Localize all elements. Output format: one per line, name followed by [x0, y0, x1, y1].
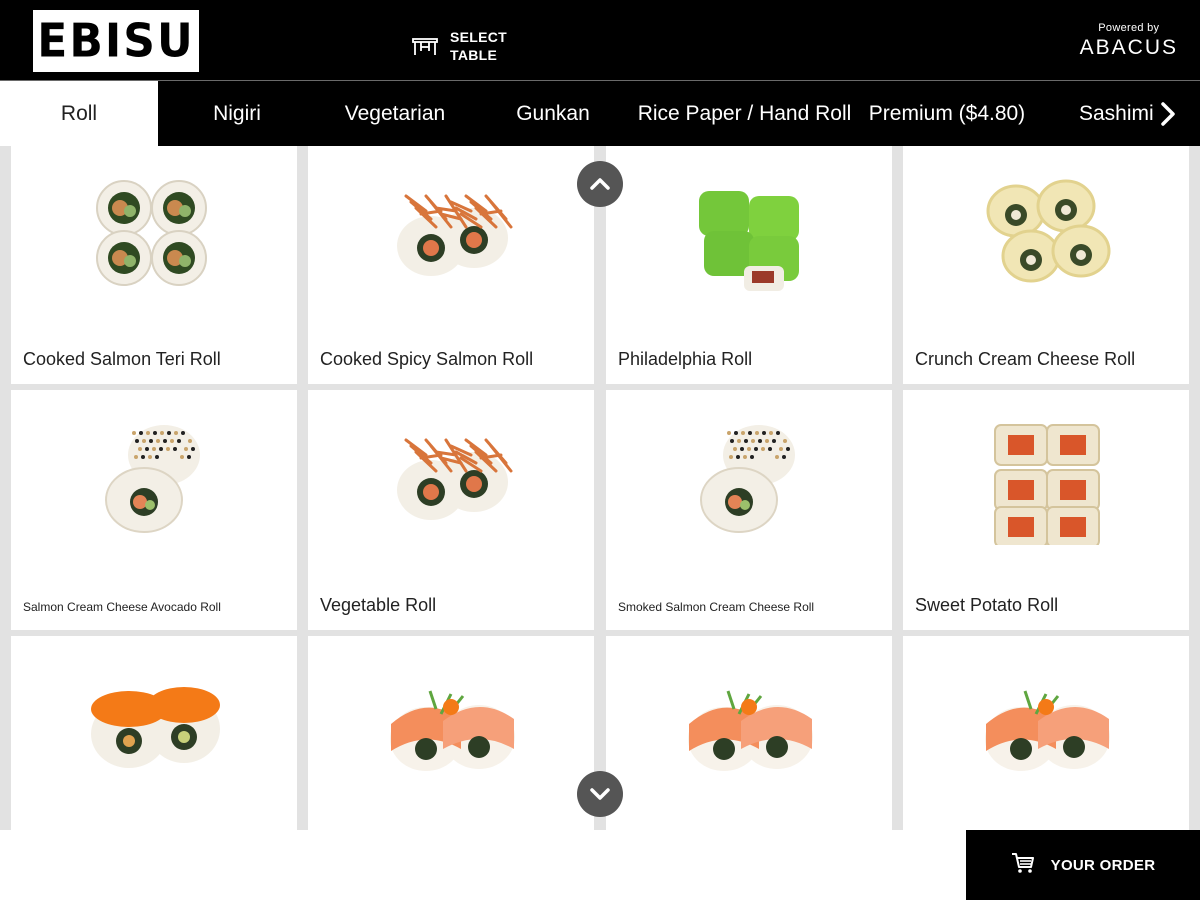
your-order-label: YOUR ORDER	[1050, 856, 1156, 874]
menu-item-image	[11, 146, 297, 326]
tab-gunkan[interactable]: Gunkan	[474, 81, 632, 147]
powered-by-badge: Powered by ABACUS	[1080, 22, 1178, 60]
menu-item-image	[308, 146, 594, 326]
menu-item-name: Cooked Spicy Salmon Roll	[320, 349, 534, 369]
tab-premium[interactable]: Premium ($4.80)	[857, 81, 1037, 147]
tab-label: Premium ($4.80)	[868, 102, 1026, 125]
category-tabs: Roll Nigiri Vegetarian Gunkan Rice Paper…	[0, 80, 1200, 147]
tab-rice-paper-hand-roll[interactable]: Rice Paper / Hand Roll	[632, 81, 857, 147]
menu-item-card[interactable]	[11, 636, 297, 830]
menu-item-image	[606, 146, 892, 326]
menu-item-image	[903, 636, 1189, 830]
tab-vegetarian[interactable]: Vegetarian	[316, 81, 474, 147]
cart-icon	[1011, 852, 1035, 879]
menu-item-image	[11, 636, 297, 830]
menu-item-name: Cooked Salmon Teri Roll	[23, 349, 221, 369]
menu-item-card[interactable]: Sweet Potato Roll	[903, 390, 1189, 630]
tab-nigiri[interactable]: Nigiri	[158, 81, 316, 147]
menu-item-image	[11, 390, 297, 570]
menu-item-name: Philadelphia Roll	[618, 349, 753, 369]
menu-item-card[interactable]: Smoked Salmon Cream Cheese Roll	[606, 390, 892, 630]
menu-item-card[interactable]	[308, 636, 594, 830]
menu-item-card[interactable]: Philadelphia Roll	[606, 146, 892, 384]
menu-item-card[interactable]: Cooked Spicy Salmon Roll	[308, 146, 594, 384]
menu-item-image	[903, 390, 1189, 570]
menu-item-card[interactable]: Salmon Cream Cheese Avocado Roll	[11, 390, 297, 630]
menu-item-name: Sweet Potato Roll	[915, 595, 1059, 615]
tab-label: Sashimi	[1079, 102, 1154, 125]
app-footer: YOUR ORDER	[0, 830, 1200, 900]
menu-item-card[interactable]: Crunch Cream Cheese Roll	[903, 146, 1189, 384]
select-table-line1: SELECT	[450, 29, 508, 45]
menu-item-image	[903, 146, 1189, 326]
select-table-button[interactable]: SELECT TABLE	[412, 28, 507, 64]
powered-by-text: Powered by	[1098, 22, 1160, 34]
your-order-button[interactable]: YOUR ORDER	[966, 830, 1200, 900]
tab-label: Gunkan	[516, 102, 590, 125]
app-header: EBISU SELECT TABLE Powered by ABACUS	[0, 0, 1200, 80]
powered-brand: ABACUS	[1079, 36, 1178, 59]
table-icon	[412, 35, 438, 57]
logo-text: EBISU	[37, 14, 195, 68]
select-table-line2: TABLE	[450, 47, 498, 63]
menu-item-card[interactable]	[606, 636, 892, 830]
menu-item-card[interactable]: Cooked Salmon Teri Roll	[11, 146, 297, 384]
chevron-up-icon[interactable]	[577, 161, 623, 207]
tab-label: Nigiri	[213, 102, 261, 125]
menu-item-image	[308, 390, 594, 570]
tab-label: Vegetarian	[344, 102, 446, 125]
menu-item-image	[606, 636, 892, 830]
menu-item-name: Vegetable Roll	[320, 595, 437, 615]
chevron-right-icon[interactable]	[1158, 99, 1178, 129]
menu-item-card[interactable]	[903, 636, 1189, 830]
menu-item-name: Smoked Salmon Cream Cheese Roll	[618, 600, 815, 614]
chevron-down-icon[interactable]	[577, 771, 623, 817]
menu-item-name: Salmon Cream Cheese Avocado Roll	[23, 600, 221, 614]
tab-label: Rice Paper / Hand Roll	[637, 102, 852, 125]
restaurant-logo: EBISU	[33, 10, 199, 72]
tab-label: Roll	[60, 102, 98, 125]
menu-grid: Sweet Potato Roll Smoked Salmon Cream Che…	[0, 146, 1200, 830]
menu-item-image	[606, 390, 892, 570]
tab-roll[interactable]: Roll	[0, 81, 158, 147]
menu-item-name: Crunch Cream Cheese Roll	[915, 349, 1136, 369]
menu-item-card[interactable]: Vegetable Roll	[308, 390, 594, 630]
menu-item-image	[308, 636, 594, 830]
select-table-label: SELECT TABLE	[450, 28, 507, 64]
